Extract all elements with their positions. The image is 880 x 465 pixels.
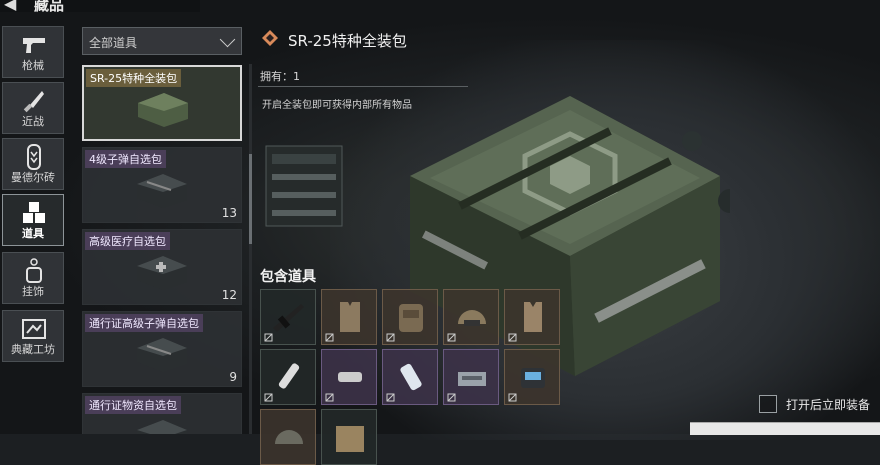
nav-item-melee[interactable]: 近战 (2, 82, 64, 134)
bound-lock-icon (325, 333, 334, 342)
bandage-icon (338, 372, 362, 382)
content-slot[interactable] (382, 289, 438, 345)
battery-icon (521, 368, 545, 388)
nav-item-brick[interactable]: 曼德尔砖 (2, 138, 64, 190)
item-card-pass-supply-pack[interactable]: 通行证物资自选包 (82, 393, 242, 434)
item-count: 9 (229, 370, 237, 384)
content-slot[interactable] (504, 349, 560, 405)
content-slot[interactable] (382, 349, 438, 405)
brick-icon (19, 143, 49, 171)
content-slot[interactable] (443, 289, 499, 345)
helmet-icon (275, 430, 303, 444)
bound-lock-icon (325, 393, 334, 402)
content-slot[interactable] (260, 409, 316, 465)
item-name: 4级子弹自选包 (85, 150, 166, 168)
item-card-ammo-pack[interactable]: 4级子弹自选包 13 (82, 147, 242, 223)
case-icon (137, 174, 187, 208)
back-arrow-icon[interactable]: ◀ (4, 0, 16, 13)
nav-label: 近战 (22, 115, 44, 128)
cubes-icon (19, 199, 49, 227)
divider (258, 86, 468, 87)
contents-title: 包含道具 (260, 269, 316, 285)
content-slot[interactable] (321, 409, 377, 465)
content-slot[interactable] (504, 289, 560, 345)
item-count: 12 (221, 288, 237, 302)
backpack-icon (399, 304, 423, 332)
open-button[interactable] (690, 422, 880, 435)
top-bar: ◀ 藏品 (0, 0, 200, 14)
medkit-icon (400, 363, 422, 391)
nav-label: 枪械 (22, 59, 44, 72)
helmet-icon (458, 310, 486, 326)
item-card-pass-ammo-pack[interactable]: 通行证高级子弹自选包 9 (82, 311, 242, 387)
rarity-diamond-icon (262, 30, 278, 46)
content-slot[interactable] (443, 349, 499, 405)
item-detail-name: SR-25特种全装包 (288, 32, 407, 50)
bound-lock-icon (386, 393, 395, 402)
armor-icon (524, 302, 542, 332)
chest-icon (138, 93, 188, 127)
nav-item-charms[interactable]: 挂饰 (2, 252, 64, 304)
item-card-medical-pack[interactable]: 高级医疗自选包 12 (82, 229, 242, 305)
owned-count: 拥有：1 (260, 70, 300, 83)
case-icon (137, 420, 187, 434)
filter-selected: 全部道具 (89, 36, 138, 50)
content-slot[interactable] (321, 349, 377, 405)
knife-icon (19, 87, 49, 115)
case-icon (137, 338, 187, 372)
item-count: 13 (221, 206, 237, 220)
pistol-icon (19, 31, 49, 59)
item-list: SR-25特种全装包 4级子弹自选包 13 高级医疗自选包 12 通行证高级子弹… (82, 65, 242, 434)
nav-item-items[interactable]: 道具 (2, 194, 64, 246)
auto-equip-checkbox[interactable] (759, 395, 777, 413)
nav-item-guns[interactable]: 枪械 (2, 26, 64, 78)
chevron-down-icon (219, 31, 236, 48)
scrollbar-thumb[interactable] (249, 154, 252, 244)
bound-lock-icon (386, 333, 395, 342)
bound-lock-icon (447, 333, 456, 342)
content-slot[interactable] (260, 289, 316, 345)
bound-lock-icon (508, 393, 517, 402)
item-list-scrollbar[interactable] (249, 64, 252, 434)
bound-lock-icon (447, 393, 456, 402)
item-preview-case (265, 145, 343, 227)
nav-label: 曼德尔砖 (11, 171, 55, 184)
category-filter-dropdown[interactable]: 全部道具 (82, 27, 242, 55)
rifle-icon (273, 304, 304, 332)
item-name: 高级医疗自选包 (85, 232, 170, 250)
page-title: 藏品 (34, 0, 65, 14)
nav-label: 典藏工坊 (11, 343, 55, 356)
content-slot[interactable] (321, 289, 377, 345)
nav-label: 道具 (22, 227, 44, 240)
workshop-icon (19, 315, 49, 343)
vest-icon (340, 302, 360, 332)
crate-icon (336, 426, 364, 452)
item-name: 通行证高级子弹自选包 (85, 314, 203, 332)
bound-lock-icon (264, 333, 273, 342)
item-name: SR-25特种全装包 (86, 69, 182, 87)
charm-icon (19, 257, 49, 285)
nav-label: 挂饰 (22, 285, 44, 298)
medical-case-icon (137, 256, 187, 290)
bound-lock-icon (508, 333, 517, 342)
syringe-icon (278, 363, 300, 389)
nav-item-workshop[interactable]: 典藏工坊 (2, 310, 64, 362)
item-name: 通行证物资自选包 (85, 396, 181, 414)
auto-equip-label: 打开后立即装备 (786, 398, 871, 412)
bound-lock-icon (264, 393, 273, 402)
content-slot[interactable] (260, 349, 316, 405)
item-description: 开启全装包即可获得内部所有物品 (262, 100, 412, 111)
item-card-sr25-pack[interactable]: SR-25特种全装包 (82, 65, 242, 141)
ammo-box-icon (458, 372, 486, 386)
